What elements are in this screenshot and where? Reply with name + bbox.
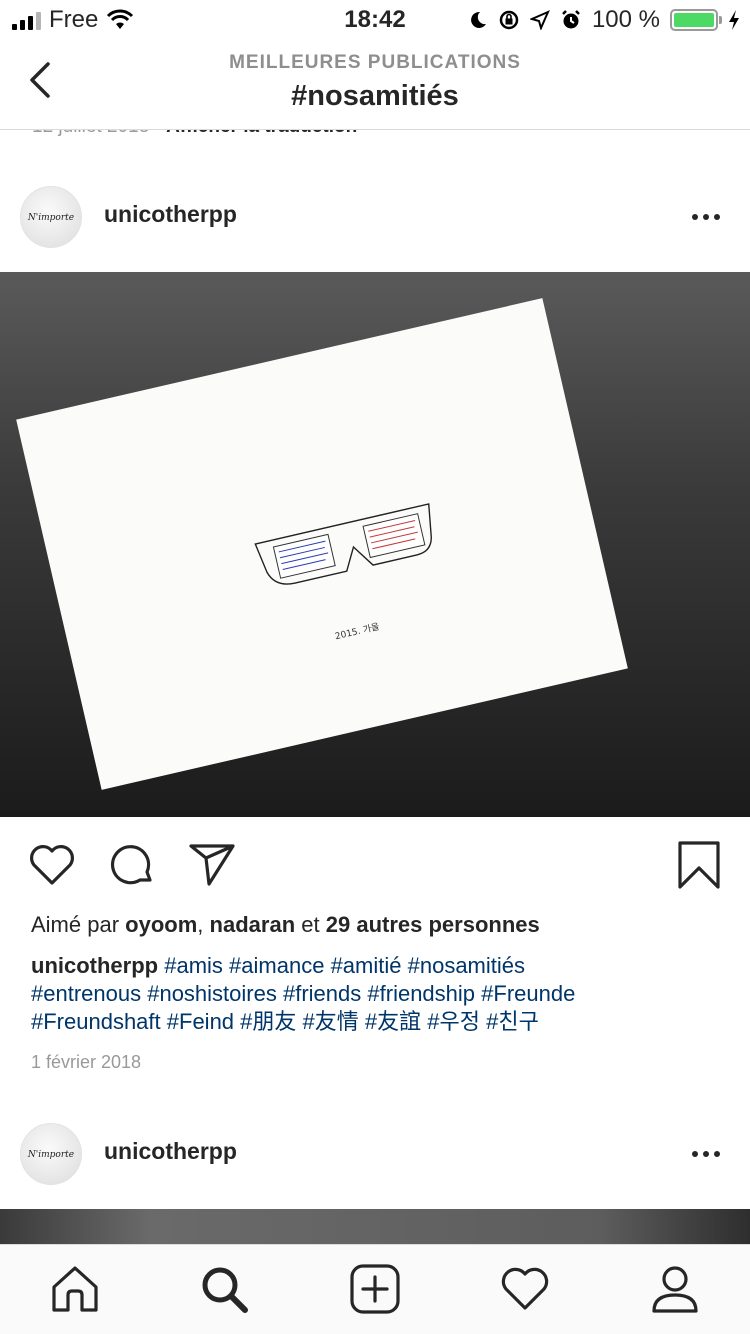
post-username[interactable]: unicotherpp [104, 201, 237, 228]
post-photo[interactable]: 2015. 가을 [0, 272, 750, 817]
photo-date-text: 2015. 가을 [334, 621, 381, 642]
hashtag[interactable]: #우정 [427, 1009, 480, 1034]
header-subtitle: MEILLEURES PUBLICATIONS [229, 52, 521, 73]
rotation-lock-icon [499, 10, 519, 30]
glasses-drawing: 2015. 가을 [254, 503, 432, 642]
hashtag[interactable]: #amis [164, 953, 223, 978]
post-caption: unicotherpp #amis #aimance #amitié #nosa… [31, 952, 721, 1036]
post-header: N'importe unicotherpp [0, 1107, 750, 1203]
post-actions [0, 840, 750, 890]
hashtag[interactable]: #amitié [331, 953, 402, 978]
like-heart-icon[interactable] [27, 840, 77, 890]
profile-icon[interactable] [649, 1263, 701, 1315]
hashtag[interactable]: #friends [283, 981, 361, 1006]
post-username[interactable]: unicotherpp [104, 1138, 237, 1165]
likes-line: Aimé par oyoom, nadaran et 29 autres per… [31, 912, 540, 937]
hashtag[interactable]: #友情 [303, 1009, 359, 1034]
hashtag[interactable]: #noshistoires [147, 981, 277, 1006]
alarm-icon [562, 10, 580, 29]
navigation-bar: MEILLEURES PUBLICATIONS #nosamitiés [0, 40, 750, 130]
avatar[interactable]: N'importe [20, 1123, 82, 1185]
hashtag[interactable]: #nosamitiés [408, 953, 525, 978]
more-options-icon[interactable] [692, 214, 720, 220]
battery-percent: 100 % [591, 6, 660, 33]
add-post-icon[interactable] [349, 1263, 401, 1315]
hashtag[interactable]: #aimance [229, 953, 324, 978]
post-header: N'importe unicotherpp [0, 170, 750, 266]
hashtag[interactable]: #朋友 [240, 1009, 296, 1034]
hashtag[interactable]: #friendship [367, 981, 475, 1006]
more-options-icon[interactable] [692, 1151, 720, 1157]
bookmark-icon[interactable] [674, 840, 724, 890]
liked-by-label: Aimé par [31, 912, 120, 937]
moon-icon [471, 11, 486, 28]
liked-by-user-2[interactable]: nadaran [210, 912, 296, 937]
hashtag[interactable]: #entrenous [31, 981, 141, 1006]
post-photo[interactable] [0, 1209, 750, 1249]
hashtag[interactable]: #Freundshaft [31, 1009, 161, 1034]
home-icon[interactable] [49, 1263, 101, 1315]
page-title: #nosamitiés [291, 80, 459, 112]
liked-by-and: et [301, 912, 320, 937]
liked-by-others[interactable]: 29 autres personnes [326, 912, 540, 937]
comment-icon[interactable] [107, 840, 157, 890]
hashtag[interactable]: #Feind [167, 1009, 234, 1034]
avatar[interactable]: N'importe [20, 186, 82, 248]
hashtag[interactable]: #友誼 [365, 1009, 421, 1034]
paper-drawing: 2015. 가을 [16, 298, 628, 790]
activity-heart-icon[interactable] [499, 1263, 551, 1315]
caption-username[interactable]: unicotherpp [31, 953, 158, 978]
liked-by-user-1[interactable]: oyoom [125, 912, 197, 937]
post-date: 1 février 2018 [31, 1052, 142, 1072]
hashtag[interactable]: #Freunde [481, 981, 575, 1006]
tab-bar [0, 1244, 750, 1334]
hashtag[interactable]: #친구 [486, 1009, 539, 1034]
share-send-icon[interactable] [187, 840, 237, 890]
charging-icon [729, 10, 739, 30]
battery-icon [670, 9, 722, 31]
search-icon[interactable] [198, 1263, 250, 1315]
status-bar: Free 18:42 100 % [0, 0, 750, 40]
location-icon [529, 10, 550, 30]
